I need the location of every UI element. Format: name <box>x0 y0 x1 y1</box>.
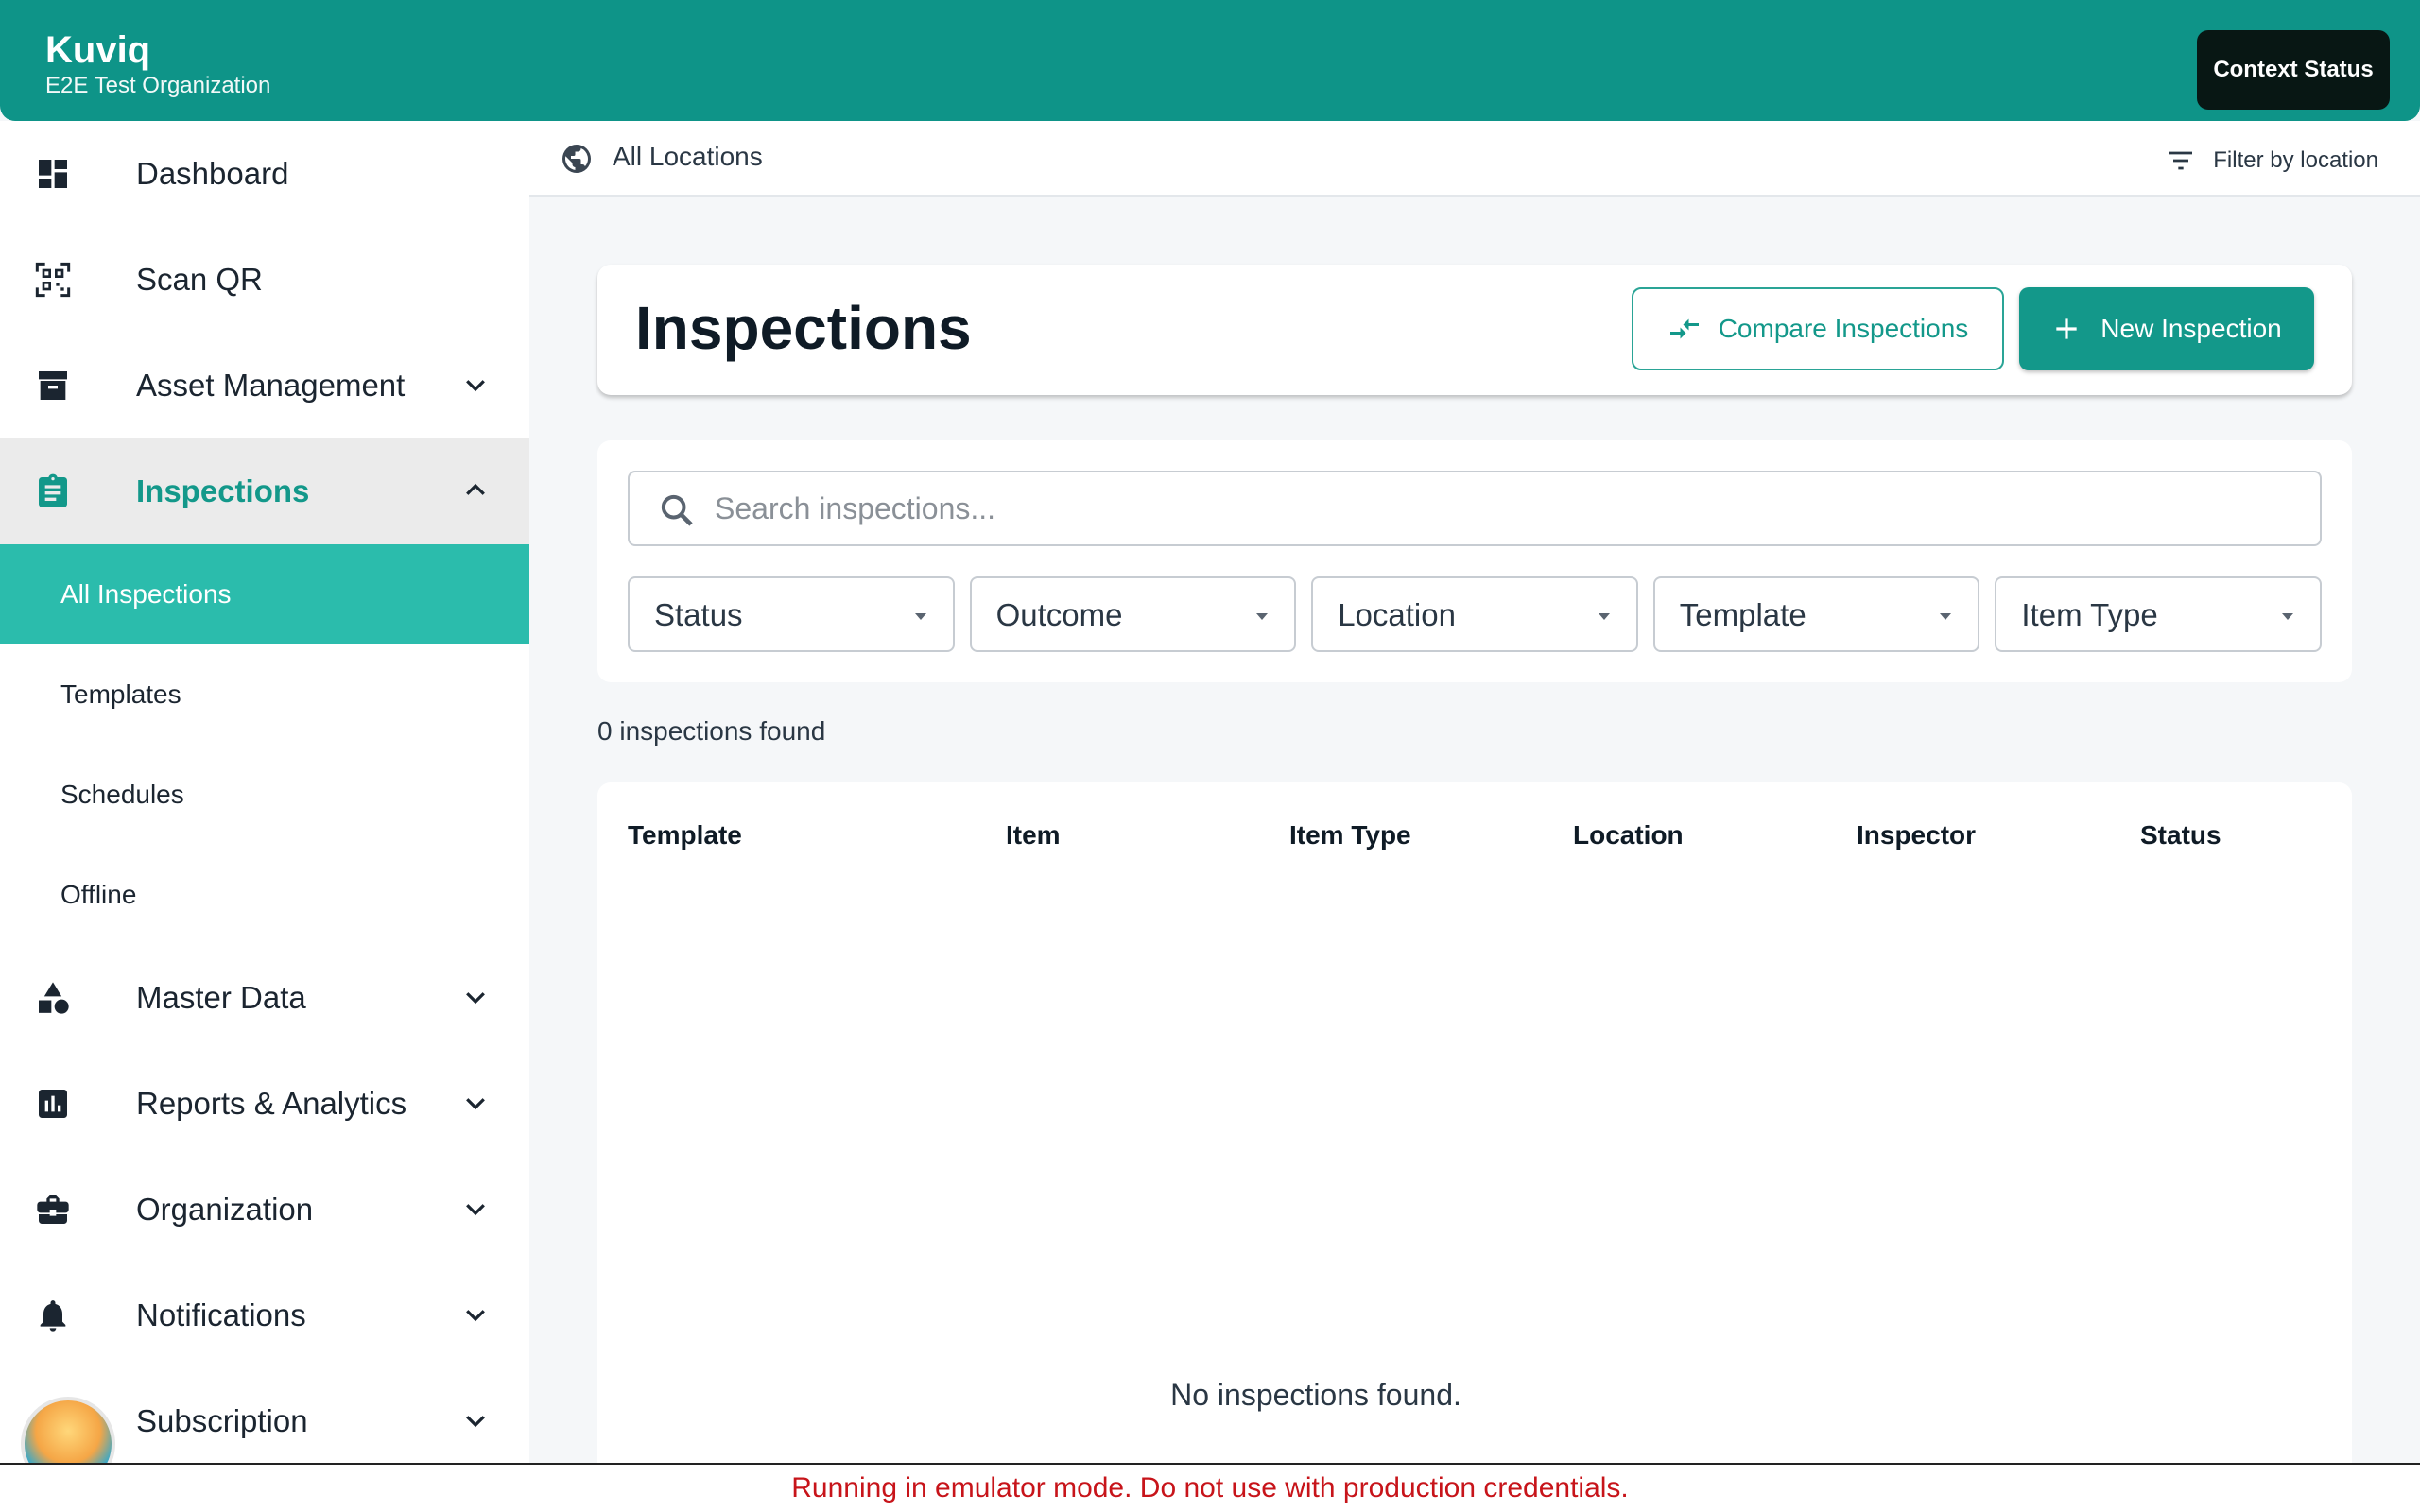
chevron-down-icon <box>466 992 485 1005</box>
sidebar-subitem-templates[interactable]: Templates <box>0 644 529 745</box>
filter-card: Status Outcome Location Template Item Ty… <box>597 440 2352 682</box>
location-select-label: Location <box>1338 597 1456 632</box>
column-header-item-type[interactable]: Item Type <box>1289 820 1411 850</box>
chevron-down-icon <box>466 380 485 392</box>
filter-icon <box>2169 151 2193 170</box>
filter-selects: Status Outcome Location Template Item Ty… <box>628 576 2322 652</box>
globe-icon <box>562 145 591 173</box>
caret-down-icon <box>1256 613 1269 620</box>
sidebar-item-reports-analytics[interactable]: Reports & Analytics <box>0 1051 529 1157</box>
sidebar-item-label: Inspections <box>136 473 310 508</box>
filter-by-location-label: Filter by location <box>2213 147 2378 173</box>
sidebar-item-organization[interactable]: Organization <box>0 1157 529 1263</box>
compare-arrows-icon <box>1669 318 1699 339</box>
column-header-inspector[interactable]: Inspector <box>1857 820 1976 850</box>
column-header-location[interactable]: Location <box>1573 820 1684 850</box>
organization-name: E2E Test Organization <box>45 73 271 98</box>
chevron-up-icon <box>466 483 485 495</box>
sidebar-item-label: Asset Management <box>136 368 406 403</box>
template-select-label: Template <box>1679 597 1806 632</box>
sidebar-subitem-schedules[interactable]: Schedules <box>0 745 529 845</box>
caret-down-icon <box>1940 613 1952 620</box>
shapes-icon <box>39 982 69 1014</box>
caret-down-icon <box>914 613 926 620</box>
status-select[interactable]: Status <box>628 576 955 652</box>
template-select[interactable]: Template <box>1652 576 1980 652</box>
qr-scan-icon <box>35 262 71 298</box>
sidebar-item-label: Reports & Analytics <box>136 1086 407 1121</box>
context-status-button[interactable]: Context Status <box>2197 30 2390 110</box>
clipboard-icon <box>39 473 67 507</box>
sidebar-item-notifications[interactable]: Notifications <box>0 1263 529 1368</box>
sidebar-item-dashboard[interactable]: Dashboard <box>0 121 529 227</box>
search-icon <box>661 494 693 526</box>
plus-icon <box>2056 318 2077 339</box>
sidebar-subitem-offline[interactable]: Offline <box>0 845 529 945</box>
compare-inspections-label: Compare Inspections <box>1718 314 1969 343</box>
column-header-status[interactable]: Status <box>2140 820 2221 850</box>
sidebar-item-master-data[interactable]: Master Data <box>0 945 529 1051</box>
sidebar-subitem-all-inspections[interactable]: All Inspections <box>0 544 529 644</box>
item-type-select[interactable]: Item Type <box>1995 576 2322 652</box>
inspections-table: Template Item Item Type Location Inspect… <box>597 782 2352 1463</box>
location-bar: All Locations Filter by location <box>529 121 2420 197</box>
bell-icon <box>40 1300 66 1332</box>
sidebar-item-label: Notifications <box>136 1297 306 1332</box>
caret-down-icon <box>1598 613 1610 620</box>
brand: Kuviq E2E Test Organization <box>45 28 270 100</box>
sidebar-item-scan-qr[interactable]: Scan QR <box>0 227 529 333</box>
sidebar-item-label: Master Data <box>136 980 306 1015</box>
empty-state-message: No inspections found. <box>1170 1378 1461 1412</box>
top-app-bar: Kuviq E2E Test Organization Context Stat… <box>0 0 2420 121</box>
archive-icon <box>39 371 67 400</box>
chevron-down-icon <box>466 1204 485 1216</box>
page-header-card: Inspections Compare Inspections New Insp… <box>597 265 2352 395</box>
page-title: Inspections <box>635 294 972 362</box>
outcome-select[interactable]: Outcome <box>969 576 1297 652</box>
new-inspection-label: New Inspection <box>2100 314 2282 343</box>
item-type-select-label: Item Type <box>2021 597 2158 632</box>
sidebar-item-asset-management[interactable]: Asset Management <box>0 333 529 438</box>
dashboard-icon <box>39 160 67 188</box>
location-select[interactable]: Location <box>1311 576 1638 652</box>
sidebar: Dashboard Scan QR Asset Management Inspe… <box>0 121 529 1463</box>
chevron-down-icon <box>466 1098 485 1110</box>
new-inspection-button[interactable]: New Inspection <box>2019 287 2314 370</box>
caret-down-icon <box>2281 613 2293 620</box>
sidebar-item-inspections[interactable]: Inspections <box>0 438 529 544</box>
chevron-down-icon <box>466 1310 485 1322</box>
sidebar-item-label: Dashboard <box>136 156 289 191</box>
filter-by-location-button[interactable]: Filter by location <box>2166 146 2378 176</box>
results-count: 0 inspections found <box>597 716 826 746</box>
briefcase-icon <box>37 1195 69 1224</box>
sidebar-item-label: Scan QR <box>136 262 263 297</box>
column-header-item[interactable]: Item <box>1006 820 1061 850</box>
compare-inspections-button[interactable]: Compare Inspections <box>1632 287 2004 370</box>
current-location[interactable]: All Locations <box>613 142 763 172</box>
search-box <box>628 471 2322 546</box>
column-header-template[interactable]: Template <box>628 820 742 850</box>
bar-chart-icon <box>39 1090 67 1118</box>
emulator-warning-banner: Running in emulator mode. Do not use wit… <box>0 1463 2420 1512</box>
outcome-select-label: Outcome <box>995 597 1123 632</box>
sidebar-item-label: Organization <box>136 1192 314 1227</box>
app-title: Kuviq <box>45 29 151 71</box>
status-select-label: Status <box>654 597 743 632</box>
search-input[interactable] <box>715 472 2303 544</box>
